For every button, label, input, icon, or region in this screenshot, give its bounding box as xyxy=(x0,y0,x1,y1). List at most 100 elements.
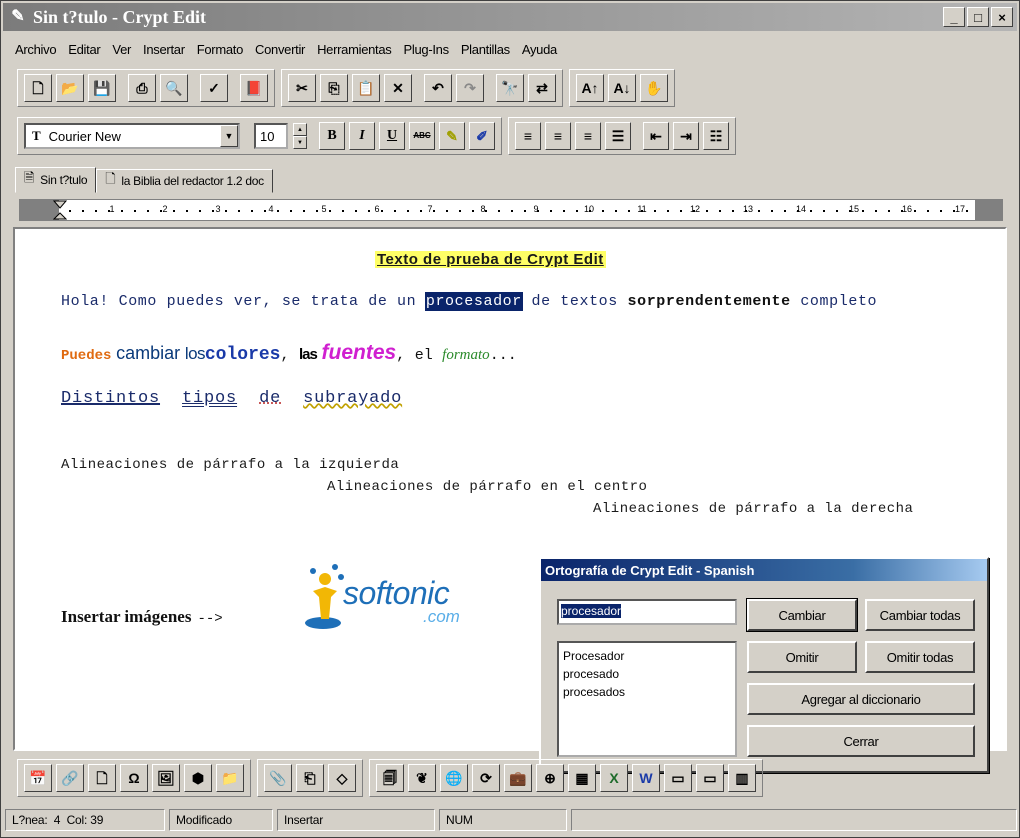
font-smaller-icon[interactable]: A↓ xyxy=(608,74,636,102)
delete-icon[interactable]: ✕ xyxy=(384,74,412,102)
save-icon[interactable]: 💾 xyxy=(88,74,116,102)
indent-marker-icon[interactable] xyxy=(53,200,67,221)
title-bar[interactable]: ✎ Sin t?tulo - Crypt Edit _ □ × xyxy=(3,3,1017,31)
ruler-tick xyxy=(901,210,903,212)
print-preview-icon[interactable]: 🔍 xyxy=(160,74,188,102)
insert-folder-icon[interactable]: 📁 xyxy=(216,764,244,792)
bullet-list-icon[interactable]: ☷ xyxy=(703,122,729,150)
find-binoculars-icon[interactable]: 🔭 xyxy=(496,74,524,102)
dialog-title[interactable]: Ortografía de Crypt Edit - Spanish xyxy=(541,559,987,581)
undo-icon[interactable]: ↶ xyxy=(424,74,452,102)
insert-link-icon[interactable]: 🔗 xyxy=(56,764,84,792)
highlight-icon[interactable]: ✎ xyxy=(439,122,465,150)
font-size-stepper[interactable]: ▲ ▼ xyxy=(293,123,307,149)
ruler[interactable]: 1 2 3 4 5 6 7 8 9 10 11 12 13 14 15 16 17 xyxy=(19,199,1003,221)
new-document-icon[interactable]: 🗋 xyxy=(24,74,52,102)
hand-pan-icon[interactable]: ✋ xyxy=(640,74,668,102)
outdent-icon[interactable]: ⇤ xyxy=(643,122,669,150)
misspelled-word-input[interactable]: procesador xyxy=(557,599,737,625)
spin-up-icon[interactable]: ▲ xyxy=(293,123,307,136)
insert-object-icon[interactable]: ⬢ xyxy=(184,764,212,792)
eraser-icon[interactable]: ◇ xyxy=(328,764,356,792)
web-icon[interactable]: 🌐 xyxy=(440,764,468,792)
align-left-icon[interactable]: ≡ xyxy=(515,122,541,150)
paste-icon[interactable]: 📋 xyxy=(352,74,380,102)
open-folder-icon[interactable]: 📂 xyxy=(56,74,84,102)
globe-icon[interactable]: ⊕ xyxy=(536,764,564,792)
print-icon[interactable]: ⎙ xyxy=(128,74,156,102)
menu-convertir[interactable]: Convertir xyxy=(249,42,311,57)
cut-icon[interactable]: ✂ xyxy=(288,74,316,102)
close-dialog-button[interactable]: Cerrar xyxy=(747,725,975,757)
window-alt-icon[interactable]: ▭ xyxy=(696,764,724,792)
change-button[interactable]: Cambiar xyxy=(746,598,858,632)
stamp-icon[interactable]: ⎗ xyxy=(296,764,324,792)
font-size-input[interactable]: 10 xyxy=(254,123,288,149)
word-las: las xyxy=(298,346,318,363)
ruler-tick xyxy=(498,210,500,212)
font-larger-icon[interactable]: A↑ xyxy=(576,74,604,102)
window-icon[interactable]: ▭ xyxy=(664,764,692,792)
ruler-number: 16 xyxy=(901,204,913,214)
spin-down-icon[interactable]: ▼ xyxy=(293,136,307,149)
tab-biblia-redactor[interactable]: 🗋 la Biblia del redactor 1.2 doc xyxy=(96,169,273,193)
list-item[interactable]: procesado xyxy=(563,665,731,683)
ruler-tick xyxy=(732,210,734,212)
menu-ayuda[interactable]: Ayuda xyxy=(516,42,563,57)
word-formato: formato xyxy=(442,347,490,363)
menu-editar[interactable]: Editar xyxy=(62,42,106,57)
plant-icon[interactable]: ❦ xyxy=(408,764,436,792)
maximize-button[interactable]: □ xyxy=(967,7,989,27)
redo-icon[interactable]: ↷ xyxy=(456,74,484,102)
list-item[interactable]: Procesador xyxy=(563,647,731,665)
justify-icon[interactable]: ☰ xyxy=(605,122,631,150)
briefcase-icon[interactable]: 💼 xyxy=(504,764,532,792)
refresh-icon[interactable]: ⟳ xyxy=(472,764,500,792)
tab-sin-titulo[interactable]: 🗎 Sin t?tulo xyxy=(15,167,97,193)
menu-insertar[interactable]: Insertar xyxy=(137,42,191,57)
menu-ver[interactable]: Ver xyxy=(106,42,137,57)
attach-icon[interactable]: 📎 xyxy=(264,764,292,792)
menu-plantillas[interactable]: Plantillas xyxy=(455,42,516,57)
menu-plug-ins[interactable]: Plug-Ins xyxy=(398,42,455,57)
close-button[interactable]: × xyxy=(991,7,1013,27)
italic-button[interactable]: I xyxy=(349,122,375,150)
ignore-button[interactable]: Omitir xyxy=(747,641,857,673)
list-item[interactable]: procesados xyxy=(563,683,731,701)
menu-archivo[interactable]: Archivo xyxy=(9,42,62,57)
font-name-select[interactable]: T Courier New ▼ xyxy=(24,123,240,149)
insert-symbol-icon[interactable]: Ω xyxy=(120,764,148,792)
ignore-all-button[interactable]: Omitir todas xyxy=(865,641,975,673)
excel-icon[interactable]: X xyxy=(600,764,628,792)
underline-button[interactable]: U xyxy=(379,122,405,150)
ruler-number: 17 xyxy=(954,204,966,214)
chevron-down-icon[interactable]: ▼ xyxy=(220,125,238,147)
column-icon[interactable]: ▥ xyxy=(728,764,756,792)
insert-file-icon[interactable]: 🗋 xyxy=(88,764,116,792)
align-center-icon[interactable]: ≡ xyxy=(545,122,571,150)
copy-icon[interactable]: ⎘ xyxy=(320,74,348,102)
menu-herramientas[interactable]: Herramientas xyxy=(311,42,397,57)
suggestions-list[interactable]: Procesador procesado procesados xyxy=(557,641,737,757)
crypt-edit-app-icon[interactable]: ✎ xyxy=(7,8,29,26)
bold-button[interactable]: B xyxy=(319,122,345,150)
align-right-icon[interactable]: ≡ xyxy=(575,122,601,150)
spell-check-icon[interactable]: ✓ xyxy=(200,74,228,102)
documents-icon[interactable]: 🗐 xyxy=(376,764,404,792)
strikethrough-button[interactable]: ABC xyxy=(409,122,435,150)
ruler-tick xyxy=(823,210,825,212)
encrypt-book-icon[interactable]: 📕 xyxy=(240,74,268,102)
underline-double: tipos xyxy=(182,389,238,408)
add-to-dictionary-button[interactable]: Agregar al diccionario xyxy=(747,683,975,715)
replace-icon[interactable]: ⇄ xyxy=(528,74,556,102)
change-all-button[interactable]: Cambiar todas xyxy=(865,599,975,631)
ruler-number: 7 xyxy=(427,204,433,214)
indent-icon[interactable]: ⇥ xyxy=(673,122,699,150)
insert-date-icon[interactable]: 📅 xyxy=(24,764,52,792)
minimize-button[interactable]: _ xyxy=(943,7,965,27)
menu-formato[interactable]: Formato xyxy=(191,42,249,57)
word-icon[interactable]: W xyxy=(632,764,660,792)
text-color-icon[interactable]: ✐ xyxy=(469,122,495,150)
insert-picture-icon[interactable]: 🖼 xyxy=(152,764,180,792)
calculator-icon[interactable]: ▦ xyxy=(568,764,596,792)
